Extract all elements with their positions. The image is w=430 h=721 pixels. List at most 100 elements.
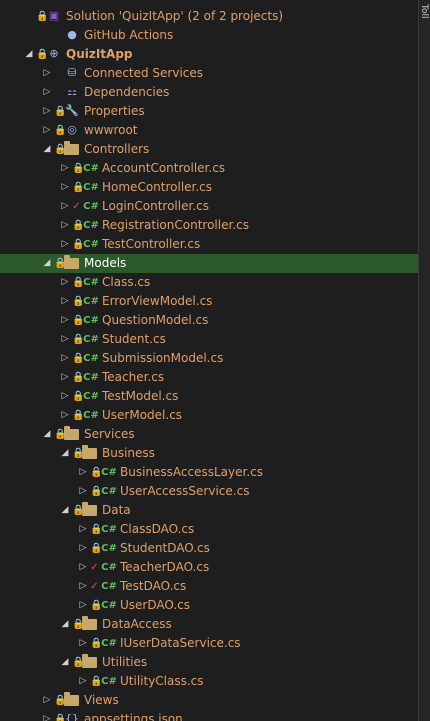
- tree-item-label: ErrorViewModel.cs: [102, 294, 213, 308]
- collapse-arrow-icon[interactable]: ▷: [78, 577, 88, 596]
- tree-item-label: Utilities: [102, 655, 148, 669]
- folder-icon: [64, 255, 79, 269]
- collapse-arrow-icon[interactable]: ▷: [60, 292, 70, 311]
- tree-item-label: Solution 'QuizItApp' (2 of 2 projects): [66, 9, 284, 23]
- lock-icon: 🔒: [72, 410, 85, 421]
- tree-item-label: RegistrationController.cs: [102, 218, 249, 232]
- tree-item[interactable]: ◢ 🔒 Models: [0, 254, 418, 273]
- csharp-icon: C#: [101, 600, 117, 611]
- tree-item-label: QuizItApp: [66, 47, 133, 61]
- tree-item[interactable]: ▷ 🔒 C# QuestionModel.cs: [0, 311, 418, 330]
- tree-item-label: TestDAO.cs: [120, 579, 187, 593]
- expand-arrow-icon[interactable]: ◢: [60, 615, 70, 634]
- tree-item[interactable]: ▷ ⚏ Dependencies: [0, 83, 418, 102]
- tree-item[interactable]: ▷ 🔒 C# UtilityClass.cs: [0, 672, 418, 691]
- expand-arrow-icon[interactable]: ◢: [60, 444, 70, 463]
- collapse-arrow-icon[interactable]: ▷: [60, 311, 70, 330]
- collapse-arrow-icon[interactable]: ▷: [42, 710, 52, 721]
- collapse-arrow-icon[interactable]: ▷: [78, 463, 88, 482]
- tree-item[interactable]: ▷ 🔒 C# StudentDAO.cs: [0, 539, 418, 558]
- collapse-arrow-icon[interactable]: ▷: [78, 634, 88, 653]
- tree-item[interactable]: ▷ 🔒{} appsettings.json: [0, 710, 418, 721]
- collapse-arrow-icon[interactable]: ▷: [42, 102, 52, 121]
- collapse-arrow-icon[interactable]: ▷: [42, 691, 52, 710]
- collapse-arrow-icon[interactable]: ▷: [60, 368, 70, 387]
- tree-item[interactable]: ▷ ⛁ Connected Services: [0, 64, 418, 83]
- lock-icon: 🔒: [72, 239, 85, 250]
- side-tab[interactable]: Toll: [419, 4, 429, 34]
- tree-item-label: wwwroot: [84, 123, 138, 137]
- tree-item[interactable]: ▷ 🔒 C# UserAccessService.cs: [0, 482, 418, 501]
- tree-item[interactable]: ▷ 🔒 C# Teacher.cs: [0, 368, 418, 387]
- tree-item[interactable]: ▷ 🔒 Views: [0, 691, 418, 710]
- collapse-arrow-icon[interactable]: ▷: [78, 672, 88, 691]
- collapse-arrow-icon[interactable]: ▷: [60, 216, 70, 235]
- collapse-arrow-icon[interactable]: ▷: [42, 64, 52, 83]
- collapse-arrow-icon[interactable]: ▷: [60, 178, 70, 197]
- tree-item[interactable]: ● GitHub Actions: [0, 26, 418, 45]
- collapse-arrow-icon[interactable]: ▷: [78, 596, 88, 615]
- collapse-arrow-icon[interactable]: ▷: [60, 235, 70, 254]
- tree-item[interactable]: ▷ 🔒 C# TestController.cs: [0, 235, 418, 254]
- tree-item[interactable]: ▷ 🔒 C# BusinessAccessLayer.cs: [0, 463, 418, 482]
- tree-item[interactable]: ◢ 🔒 Business: [0, 444, 418, 463]
- collapse-arrow-icon[interactable]: ▷: [60, 330, 70, 349]
- lock-icon: 🔒: [54, 258, 67, 269]
- tree-item-label: UserAccessService.cs: [120, 484, 250, 498]
- tree-item[interactable]: ▷ 🔒 C# UserModel.cs: [0, 406, 418, 425]
- tree-item[interactable]: ▷ 🔒 🔧 Properties: [0, 102, 418, 121]
- tree-item[interactable]: ▷ 🔒 C# RegistrationController.cs: [0, 216, 418, 235]
- tree-item[interactable]: ▷ ✓ C# TestDAO.cs: [0, 577, 418, 596]
- tree-item[interactable]: ▷ ✓ C# LoginController.cs: [0, 197, 418, 216]
- expand-arrow-icon[interactable]: ◢: [24, 45, 34, 64]
- tree-item[interactable]: 🔒 ▣ Solution 'QuizItApp' (2 of 2 projects): [0, 7, 418, 26]
- tree-item-label: Business: [102, 446, 155, 460]
- tree-item[interactable]: ▷ 🔒 C# HomeController.cs: [0, 178, 418, 197]
- tree-item[interactable]: ▷ 🔒 C# ClassDAO.cs: [0, 520, 418, 539]
- lock-icon: 🔒: [72, 448, 85, 459]
- tree-item[interactable]: ◢ 🔒 DataAccess: [0, 615, 418, 634]
- folder-icon: [64, 141, 79, 155]
- tree-item[interactable]: ◢ 🔒 Controllers: [0, 140, 418, 159]
- tree-item[interactable]: ▷ 🔒 C# AccountController.cs: [0, 159, 418, 178]
- tree-item[interactable]: ▷ ✓ C# TeacherDAO.cs: [0, 558, 418, 577]
- collapse-arrow-icon[interactable]: ▷: [60, 349, 70, 368]
- expand-arrow-icon[interactable]: ◢: [60, 501, 70, 520]
- collapse-arrow-icon[interactable]: ▷: [60, 197, 70, 216]
- collapse-arrow-icon[interactable]: ▷: [60, 406, 70, 425]
- lock-icon: 🔒: [90, 486, 103, 497]
- expand-arrow-icon[interactable]: ◢: [42, 425, 52, 444]
- collapse-arrow-icon[interactable]: ▷: [78, 558, 88, 577]
- vertical-scrollbar[interactable]: [418, 0, 430, 721]
- tree-item-label: appsettings.json: [84, 712, 183, 721]
- tree-item[interactable]: ▷ 🔒 C# SubmissionModel.cs: [0, 349, 418, 368]
- expand-arrow-icon[interactable]: ◢: [60, 653, 70, 672]
- tree-item-label: AccountController.cs: [102, 161, 226, 175]
- tree-item[interactable]: ◢ 🔒 Services: [0, 425, 418, 444]
- tree-item[interactable]: ▷ 🔒 ◎ wwwroot: [0, 121, 418, 140]
- tree-item[interactable]: ▷ 🔒 C# TestModel.cs: [0, 387, 418, 406]
- csharp-icon: C#: [101, 638, 117, 649]
- collapse-arrow-icon[interactable]: ▷: [60, 273, 70, 292]
- expand-arrow-icon[interactable]: ◢: [42, 254, 52, 273]
- collapse-arrow-icon[interactable]: ▷: [42, 121, 52, 140]
- collapse-arrow-icon[interactable]: ▷: [78, 482, 88, 501]
- tree-item-label: DataAccess: [102, 617, 172, 631]
- tree-item[interactable]: ▷ 🔒 C# Student.cs: [0, 330, 418, 349]
- collapse-arrow-icon[interactable]: ▷: [78, 520, 88, 539]
- checked-out-icon: ✓: [90, 562, 99, 573]
- collapse-arrow-icon[interactable]: ▷: [42, 83, 52, 102]
- expand-arrow-icon[interactable]: ◢: [42, 140, 52, 159]
- tree-item[interactable]: ▷ 🔒 C# ErrorViewModel.cs: [0, 292, 418, 311]
- tree-item[interactable]: ▷ 🔒 C# UserDAO.cs: [0, 596, 418, 615]
- tree-item[interactable]: ▷ 🔒 C# IUserDataService.cs: [0, 634, 418, 653]
- tree-item[interactable]: ◢ 🔒 ⊕ QuizItApp: [0, 45, 418, 64]
- tree-item[interactable]: ◢ 🔒 Utilities: [0, 653, 418, 672]
- collapse-arrow-icon[interactable]: ▷: [78, 539, 88, 558]
- collapse-arrow-icon[interactable]: ▷: [60, 387, 70, 406]
- lock-icon: 🔒: [72, 391, 85, 402]
- lock-icon: 🔒: [90, 676, 103, 687]
- collapse-arrow-icon[interactable]: ▷: [60, 159, 70, 178]
- tree-item[interactable]: ▷ 🔒 C# Class.cs: [0, 273, 418, 292]
- tree-item[interactable]: ◢ 🔒 Data: [0, 501, 418, 520]
